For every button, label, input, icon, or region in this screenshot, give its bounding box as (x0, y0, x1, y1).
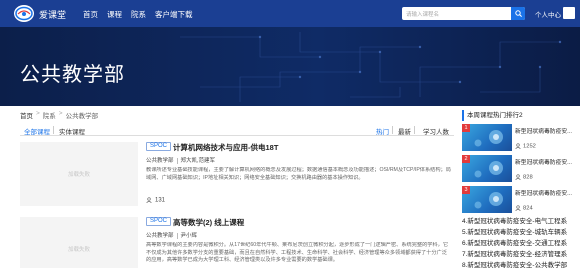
sort-newest[interactable]: 最新 (398, 126, 411, 136)
tab-divider (53, 126, 54, 134)
rank-badge: 1 (462, 124, 470, 132)
ranked-course-link[interactable]: 6.新型冠状病毒防疫安全-交通工程系 (462, 237, 567, 247)
ranked-course-view-count: 824 (523, 205, 533, 212)
ranked-course-views: 1252 (515, 143, 536, 150)
rank-badge: 2 (462, 155, 470, 163)
meta-divider (176, 157, 178, 164)
meta-divider (176, 232, 178, 239)
nav-home[interactable]: 首页 (83, 9, 98, 20)
search-input[interactable]: 请输入课程名 (406, 10, 439, 18)
ranked-course-thumbnail[interactable]: 3 (462, 186, 512, 213)
logo-icon[interactable] (14, 5, 34, 22)
ranked-course-link[interactable]: 5.新型冠状病毒防疫安全-城轨车辆系 (462, 226, 567, 236)
department-banner: 公共教学部 (0, 27, 580, 106)
spoc-badge: SPOC (146, 217, 172, 226)
course-view-count: 131 (155, 197, 166, 204)
page-title: 公共教学部 (20, 64, 125, 86)
ranked-course-title[interactable]: 新型冠状病毒防疫安... (515, 157, 572, 166)
ranked-course-thumbnail[interactable]: 2 (462, 155, 512, 182)
hot-courses-sidebar: 本周课程热门排行2 1 新型冠状病毒防疫安... 1252 2 新型冠状病毒防疫… (462, 110, 580, 268)
sort-learners[interactable]: 学习人数 (423, 126, 449, 136)
course-teacher: 郑大凯,范建军 (180, 158, 216, 164)
course-card[interactable]: 加载失败 SPOC 高等数学(2) 线上课程 公共教学部 尹小辉 高等数学课程的主… (20, 217, 454, 268)
nav-courses[interactable]: 课程 (107, 9, 122, 20)
breadcrumb: 首页 > 院系 > 公共教学部 (20, 110, 98, 120)
sidebar-title: 本周课程热门排行2 (462, 110, 574, 121)
breadcrumb-home[interactable]: 首页 (20, 110, 33, 120)
tab-physical-courses[interactable]: 实体课程 (59, 126, 85, 136)
main-nav: 首页 课程 院系 客户端下载 (83, 9, 193, 20)
breadcrumb-separator: > (36, 110, 40, 117)
sort-divider (392, 126, 393, 134)
nav-departments[interactable]: 院系 (131, 9, 146, 20)
learners-icon (515, 205, 521, 212)
ranked-course-view-count: 1252 (523, 143, 536, 150)
tab-all-courses[interactable]: 全部课程 (24, 126, 50, 136)
course-description: 高等数学课程的主要内容是微积分。从17世纪60年代牛顿、莱布尼茨创立微积分起，逐… (146, 242, 449, 263)
ranked-course-link[interactable]: 4.新型冠状病毒防疫安全-电气工程系 (462, 215, 567, 225)
course-views: 131 (146, 197, 165, 204)
search-box: 请输入课程名 (402, 7, 525, 20)
learners-icon (515, 143, 521, 150)
breadcrumb-current: 公共教学部 (65, 113, 99, 120)
ranked-course-link[interactable]: 7.新型冠状病毒防疫安全-经济管理系 (462, 248, 567, 258)
ranked-course-view-count: 828 (523, 174, 533, 181)
thumbnail-failed-text: 加载失败 (68, 172, 91, 178)
ranked-course-item[interactable]: 2 新型冠状病毒防疫安... 828 (462, 155, 580, 185)
course-thumbnail[interactable]: 加载失败 (20, 217, 138, 268)
ranked-course-views: 824 (515, 205, 533, 212)
nav-client-download[interactable]: 客户端下载 (155, 9, 193, 20)
search-button[interactable] (511, 7, 525, 20)
top-nav-bar: 爱课堂 首页 课程 院系 客户端下载 请输入课程名 个人中心 (0, 0, 580, 27)
course-filter-bar: 全部课程 实体课程 热门 最新 学习人数 (20, 122, 454, 136)
course-teacher: 尹小辉 (180, 233, 198, 239)
brand-name[interactable]: 爱课堂 (39, 8, 66, 21)
ranked-course-title[interactable]: 新型冠状病毒防疫安... (515, 126, 572, 135)
ranked-course-link[interactable]: 8.新型冠状病毒防疫安全-公共教学部 (462, 259, 567, 268)
course-meta: 公共教学部 郑大凯,范建军 (146, 156, 215, 164)
breadcrumb-separator: > (58, 110, 63, 117)
course-title[interactable]: 高等数学(2) 线上课程 (173, 217, 244, 228)
ranked-course-views: 828 (515, 174, 533, 181)
course-description: 教课所述专业基础技能课程，主要了解计算机网络的概念及发展过程；数据通信基本概念及… (146, 167, 451, 181)
learners-icon (146, 197, 152, 204)
course-meta: 公共教学部 尹小辉 (146, 231, 197, 239)
rank-badge: 3 (462, 186, 470, 194)
search-icon (514, 10, 522, 17)
ranked-course-thumbnail[interactable]: 1 (462, 124, 512, 151)
course-title[interactable]: 计算机网络技术与应用-供电18T (173, 142, 278, 153)
ranked-course-item[interactable]: 1 新型冠状病毒防疫安... 1252 (462, 124, 580, 154)
learners-icon (515, 174, 521, 181)
course-department: 公共教学部 (146, 233, 174, 239)
course-department: 公共教学部 (146, 158, 174, 164)
breadcrumb-departments[interactable]: 院系 (43, 110, 56, 120)
ranked-course-item[interactable]: 3 新型冠状病毒防疫安... 824 (462, 186, 580, 216)
ranked-course-title[interactable]: 新型冠状病毒防疫安... (515, 188, 572, 197)
user-center-label: 个人中心 (535, 12, 561, 19)
spoc-badge: SPOC (146, 142, 172, 151)
course-thumbnail[interactable]: 加载失败 (20, 142, 138, 206)
thumbnail-failed-text: 加载失败 (68, 247, 91, 253)
sort-divider (414, 126, 415, 134)
course-card[interactable]: 加载失败 SPOC 计算机网络技术与应用-供电18T 公共教学部 郑大凯,范建军 … (20, 142, 454, 208)
avatar[interactable] (563, 7, 575, 19)
sort-popular[interactable]: 热门 (376, 126, 389, 136)
